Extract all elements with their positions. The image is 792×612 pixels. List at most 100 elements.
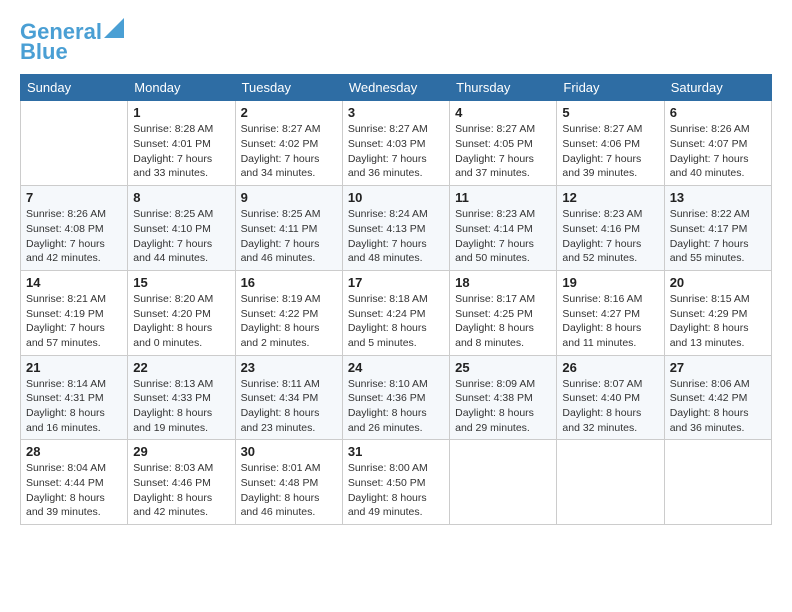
day-info: Sunrise: 8:00 AMSunset: 4:50 PMDaylight:…	[348, 461, 444, 520]
day-number: 29	[133, 444, 229, 459]
day-info: Sunrise: 8:14 AMSunset: 4:31 PMDaylight:…	[26, 377, 122, 436]
calendar-cell: 6 Sunrise: 8:26 AMSunset: 4:07 PMDayligh…	[664, 101, 771, 186]
calendar-cell: 23 Sunrise: 8:11 AMSunset: 4:34 PMDaylig…	[235, 355, 342, 440]
calendar-cell: 8 Sunrise: 8:25 AMSunset: 4:10 PMDayligh…	[128, 186, 235, 271]
day-number: 22	[133, 360, 229, 375]
day-info: Sunrise: 8:19 AMSunset: 4:22 PMDaylight:…	[241, 292, 337, 351]
day-number: 18	[455, 275, 551, 290]
day-info: Sunrise: 8:09 AMSunset: 4:38 PMDaylight:…	[455, 377, 551, 436]
day-number: 8	[133, 190, 229, 205]
day-number: 12	[562, 190, 658, 205]
column-header-sunday: Sunday	[21, 75, 128, 101]
day-number: 4	[455, 105, 551, 120]
calendar-week-row: 14 Sunrise: 8:21 AMSunset: 4:19 PMDaylig…	[21, 270, 772, 355]
day-info: Sunrise: 8:07 AMSunset: 4:40 PMDaylight:…	[562, 377, 658, 436]
day-number: 28	[26, 444, 122, 459]
calendar-cell: 9 Sunrise: 8:25 AMSunset: 4:11 PMDayligh…	[235, 186, 342, 271]
day-number: 26	[562, 360, 658, 375]
day-number: 15	[133, 275, 229, 290]
calendar-cell: 21 Sunrise: 8:14 AMSunset: 4:31 PMDaylig…	[21, 355, 128, 440]
day-info: Sunrise: 8:21 AMSunset: 4:19 PMDaylight:…	[26, 292, 122, 351]
calendar-cell: 29 Sunrise: 8:03 AMSunset: 4:46 PMDaylig…	[128, 440, 235, 525]
day-info: Sunrise: 8:01 AMSunset: 4:48 PMDaylight:…	[241, 461, 337, 520]
calendar-header-row: SundayMondayTuesdayWednesdayThursdayFrid…	[21, 75, 772, 101]
calendar-cell: 3 Sunrise: 8:27 AMSunset: 4:03 PMDayligh…	[342, 101, 449, 186]
day-number: 20	[670, 275, 766, 290]
day-number: 23	[241, 360, 337, 375]
day-info: Sunrise: 8:23 AMSunset: 4:14 PMDaylight:…	[455, 207, 551, 266]
day-info: Sunrise: 8:20 AMSunset: 4:20 PMDaylight:…	[133, 292, 229, 351]
calendar-week-row: 21 Sunrise: 8:14 AMSunset: 4:31 PMDaylig…	[21, 355, 772, 440]
calendar-cell: 18 Sunrise: 8:17 AMSunset: 4:25 PMDaylig…	[450, 270, 557, 355]
column-header-friday: Friday	[557, 75, 664, 101]
calendar-cell: 13 Sunrise: 8:22 AMSunset: 4:17 PMDaylig…	[664, 186, 771, 271]
day-number: 19	[562, 275, 658, 290]
day-info: Sunrise: 8:13 AMSunset: 4:33 PMDaylight:…	[133, 377, 229, 436]
logo-text-line2: Blue	[20, 40, 68, 64]
day-info: Sunrise: 8:06 AMSunset: 4:42 PMDaylight:…	[670, 377, 766, 436]
day-info: Sunrise: 8:03 AMSunset: 4:46 PMDaylight:…	[133, 461, 229, 520]
day-info: Sunrise: 8:23 AMSunset: 4:16 PMDaylight:…	[562, 207, 658, 266]
calendar-cell: 19 Sunrise: 8:16 AMSunset: 4:27 PMDaylig…	[557, 270, 664, 355]
calendar-cell: 5 Sunrise: 8:27 AMSunset: 4:06 PMDayligh…	[557, 101, 664, 186]
calendar-cell: 12 Sunrise: 8:23 AMSunset: 4:16 PMDaylig…	[557, 186, 664, 271]
calendar-cell	[21, 101, 128, 186]
column-header-wednesday: Wednesday	[342, 75, 449, 101]
calendar-cell: 24 Sunrise: 8:10 AMSunset: 4:36 PMDaylig…	[342, 355, 449, 440]
day-info: Sunrise: 8:17 AMSunset: 4:25 PMDaylight:…	[455, 292, 551, 351]
day-info: Sunrise: 8:28 AMSunset: 4:01 PMDaylight:…	[133, 122, 229, 181]
calendar-week-row: 28 Sunrise: 8:04 AMSunset: 4:44 PMDaylig…	[21, 440, 772, 525]
day-number: 27	[670, 360, 766, 375]
day-info: Sunrise: 8:18 AMSunset: 4:24 PMDaylight:…	[348, 292, 444, 351]
day-number: 9	[241, 190, 337, 205]
logo-triangle-icon	[104, 18, 124, 38]
day-number: 1	[133, 105, 229, 120]
calendar-cell: 14 Sunrise: 8:21 AMSunset: 4:19 PMDaylig…	[21, 270, 128, 355]
day-number: 30	[241, 444, 337, 459]
calendar-cell: 10 Sunrise: 8:24 AMSunset: 4:13 PMDaylig…	[342, 186, 449, 271]
calendar-cell	[450, 440, 557, 525]
column-header-saturday: Saturday	[664, 75, 771, 101]
column-header-monday: Monday	[128, 75, 235, 101]
calendar-cell: 27 Sunrise: 8:06 AMSunset: 4:42 PMDaylig…	[664, 355, 771, 440]
column-header-thursday: Thursday	[450, 75, 557, 101]
day-info: Sunrise: 8:15 AMSunset: 4:29 PMDaylight:…	[670, 292, 766, 351]
calendar-cell: 7 Sunrise: 8:26 AMSunset: 4:08 PMDayligh…	[21, 186, 128, 271]
logo: General Blue	[20, 20, 124, 64]
calendar-cell: 11 Sunrise: 8:23 AMSunset: 4:14 PMDaylig…	[450, 186, 557, 271]
calendar-cell: 25 Sunrise: 8:09 AMSunset: 4:38 PMDaylig…	[450, 355, 557, 440]
calendar-cell: 30 Sunrise: 8:01 AMSunset: 4:48 PMDaylig…	[235, 440, 342, 525]
calendar-cell: 15 Sunrise: 8:20 AMSunset: 4:20 PMDaylig…	[128, 270, 235, 355]
day-info: Sunrise: 8:26 AMSunset: 4:07 PMDaylight:…	[670, 122, 766, 181]
day-number: 21	[26, 360, 122, 375]
day-number: 17	[348, 275, 444, 290]
day-number: 3	[348, 105, 444, 120]
calendar-cell: 22 Sunrise: 8:13 AMSunset: 4:33 PMDaylig…	[128, 355, 235, 440]
day-info: Sunrise: 8:10 AMSunset: 4:36 PMDaylight:…	[348, 377, 444, 436]
calendar-cell: 1 Sunrise: 8:28 AMSunset: 4:01 PMDayligh…	[128, 101, 235, 186]
day-number: 6	[670, 105, 766, 120]
calendar-cell: 16 Sunrise: 8:19 AMSunset: 4:22 PMDaylig…	[235, 270, 342, 355]
calendar-cell: 31 Sunrise: 8:00 AMSunset: 4:50 PMDaylig…	[342, 440, 449, 525]
day-info: Sunrise: 8:16 AMSunset: 4:27 PMDaylight:…	[562, 292, 658, 351]
day-info: Sunrise: 8:27 AMSunset: 4:06 PMDaylight:…	[562, 122, 658, 181]
day-info: Sunrise: 8:27 AMSunset: 4:05 PMDaylight:…	[455, 122, 551, 181]
day-info: Sunrise: 8:11 AMSunset: 4:34 PMDaylight:…	[241, 377, 337, 436]
day-info: Sunrise: 8:26 AMSunset: 4:08 PMDaylight:…	[26, 207, 122, 266]
day-number: 14	[26, 275, 122, 290]
day-info: Sunrise: 8:25 AMSunset: 4:10 PMDaylight:…	[133, 207, 229, 266]
day-number: 10	[348, 190, 444, 205]
day-number: 2	[241, 105, 337, 120]
page-header: General Blue	[20, 20, 772, 64]
calendar-cell: 17 Sunrise: 8:18 AMSunset: 4:24 PMDaylig…	[342, 270, 449, 355]
calendar-cell	[557, 440, 664, 525]
calendar-table: SundayMondayTuesdayWednesdayThursdayFrid…	[20, 74, 772, 525]
calendar-cell: 28 Sunrise: 8:04 AMSunset: 4:44 PMDaylig…	[21, 440, 128, 525]
day-info: Sunrise: 8:22 AMSunset: 4:17 PMDaylight:…	[670, 207, 766, 266]
day-number: 24	[348, 360, 444, 375]
calendar-cell: 4 Sunrise: 8:27 AMSunset: 4:05 PMDayligh…	[450, 101, 557, 186]
calendar-week-row: 1 Sunrise: 8:28 AMSunset: 4:01 PMDayligh…	[21, 101, 772, 186]
day-number: 25	[455, 360, 551, 375]
day-number: 31	[348, 444, 444, 459]
day-info: Sunrise: 8:25 AMSunset: 4:11 PMDaylight:…	[241, 207, 337, 266]
